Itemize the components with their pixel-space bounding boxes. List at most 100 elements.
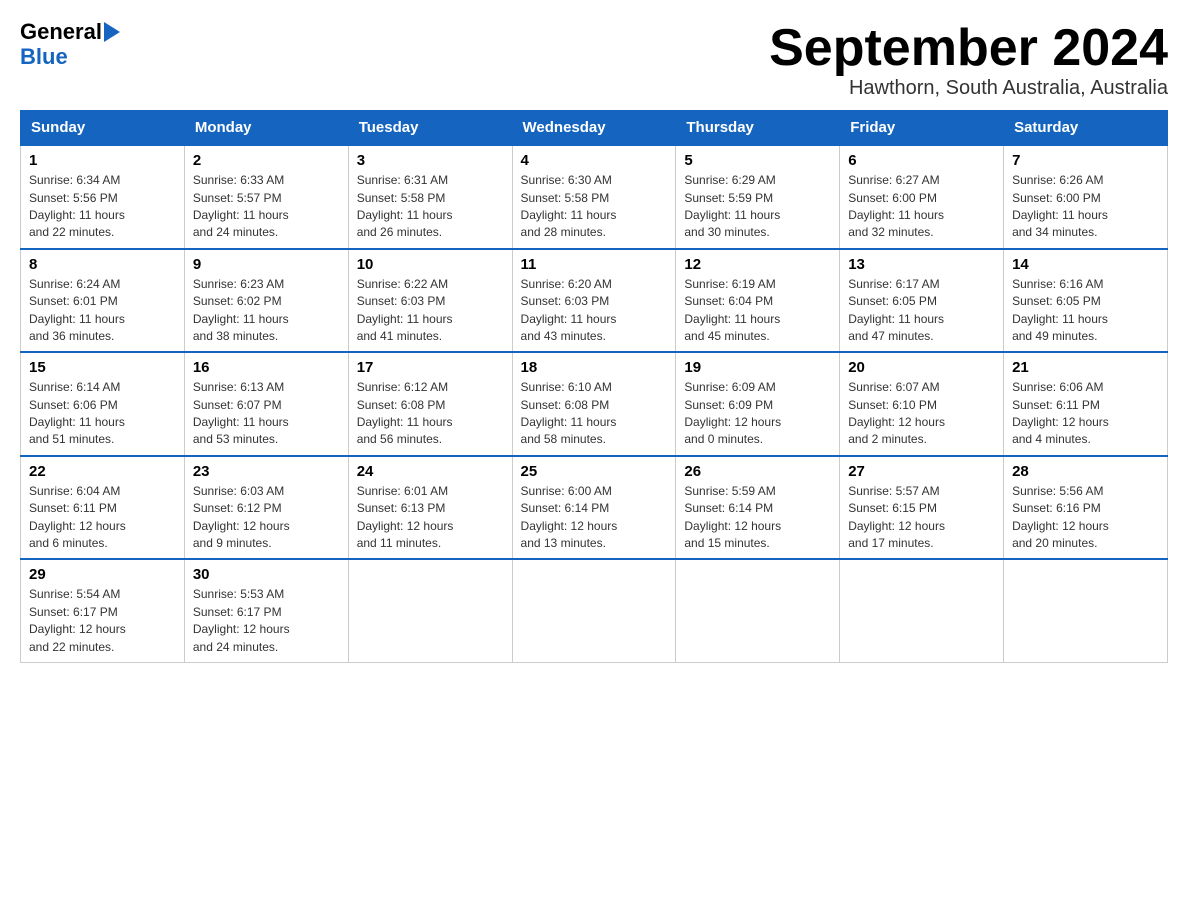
calendar-cell: 21 Sunrise: 6:06 AMSunset: 6:11 PMDayligh… (1004, 352, 1168, 456)
day-number: 1 (29, 152, 176, 169)
day-number: 20 (848, 359, 995, 376)
page-header: General Blue September 2024 Hawthorn, So… (20, 20, 1168, 100)
day-number: 7 (1012, 152, 1159, 169)
calendar-week-row: 15 Sunrise: 6:14 AMSunset: 6:06 PMDayligh… (21, 352, 1168, 456)
calendar-cell: 12 Sunrise: 6:19 AMSunset: 6:04 PMDayligh… (676, 249, 840, 353)
day-info: Sunrise: 6:06 AMSunset: 6:11 PMDaylight:… (1012, 379, 1159, 449)
day-info: Sunrise: 6:19 AMSunset: 6:04 PMDaylight:… (684, 276, 831, 346)
title-block: September 2024 Hawthorn, South Australia… (769, 20, 1168, 100)
day-info: Sunrise: 6:14 AMSunset: 6:06 PMDaylight:… (29, 379, 176, 449)
calendar-cell: 17 Sunrise: 6:12 AMSunset: 6:08 PMDayligh… (348, 352, 512, 456)
day-info: Sunrise: 6:20 AMSunset: 6:03 PMDaylight:… (521, 276, 668, 346)
day-info: Sunrise: 6:23 AMSunset: 6:02 PMDaylight:… (193, 276, 340, 346)
day-info: Sunrise: 6:29 AMSunset: 5:59 PMDaylight:… (684, 172, 831, 242)
day-number: 21 (1012, 359, 1159, 376)
calendar-cell: 13 Sunrise: 6:17 AMSunset: 6:05 PMDayligh… (840, 249, 1004, 353)
day-info: Sunrise: 6:12 AMSunset: 6:08 PMDaylight:… (357, 379, 504, 449)
day-number: 14 (1012, 256, 1159, 273)
day-number: 6 (848, 152, 995, 169)
col-header-saturday: Saturday (1004, 111, 1168, 146)
calendar-cell (840, 559, 1004, 662)
calendar-cell (512, 559, 676, 662)
day-number: 30 (193, 566, 340, 583)
calendar-cell: 22 Sunrise: 6:04 AMSunset: 6:11 PMDayligh… (21, 456, 185, 560)
col-header-wednesday: Wednesday (512, 111, 676, 146)
col-header-sunday: Sunday (21, 111, 185, 146)
calendar-cell: 20 Sunrise: 6:07 AMSunset: 6:10 PMDayligh… (840, 352, 1004, 456)
calendar-cell: 23Sunrise: 6:03 AMSunset: 6:12 PMDayligh… (184, 456, 348, 560)
day-number: 11 (521, 256, 668, 273)
location: Hawthorn, South Australia, Australia (769, 77, 1168, 100)
col-header-tuesday: Tuesday (348, 111, 512, 146)
calendar-table: SundayMondayTuesdayWednesdayThursdayFrid… (20, 110, 1168, 663)
calendar-cell: 26Sunrise: 5:59 AMSunset: 6:14 PMDayligh… (676, 456, 840, 560)
calendar-cell: 7 Sunrise: 6:26 AMSunset: 6:00 PMDaylight… (1004, 145, 1168, 249)
day-info: Sunrise: 6:07 AMSunset: 6:10 PMDaylight:… (848, 379, 995, 449)
day-info: Sunrise: 6:27 AMSunset: 6:00 PMDaylight:… (848, 172, 995, 242)
day-info: Sunrise: 5:53 AMSunset: 6:17 PMDaylight:… (193, 586, 340, 656)
day-number: 8 (29, 256, 176, 273)
day-info: Sunrise: 6:26 AMSunset: 6:00 PMDaylight:… (1012, 172, 1159, 242)
logo-general: General (20, 20, 102, 44)
day-info: Sunrise: 6:10 AMSunset: 6:08 PMDaylight:… (521, 379, 668, 449)
calendar-week-row: 1 Sunrise: 6:34 AMSunset: 5:56 PMDaylight… (21, 145, 1168, 249)
day-number: 27 (848, 463, 995, 480)
day-info: Sunrise: 6:00 AMSunset: 6:14 PMDaylight:… (521, 483, 668, 553)
calendar-cell: 14 Sunrise: 6:16 AMSunset: 6:05 PMDayligh… (1004, 249, 1168, 353)
day-number: 29 (29, 566, 176, 583)
day-number: 19 (684, 359, 831, 376)
calendar-cell: 11 Sunrise: 6:20 AMSunset: 6:03 PMDayligh… (512, 249, 676, 353)
day-info: Sunrise: 6:24 AMSunset: 6:01 PMDaylight:… (29, 276, 176, 346)
day-number: 17 (357, 359, 504, 376)
day-info: Sunrise: 5:54 AMSunset: 6:17 PMDaylight:… (29, 586, 176, 656)
day-number: 9 (193, 256, 340, 273)
day-number: 2 (193, 152, 340, 169)
calendar-cell: 18 Sunrise: 6:10 AMSunset: 6:08 PMDayligh… (512, 352, 676, 456)
day-info: Sunrise: 6:01 AMSunset: 6:13 PMDaylight:… (357, 483, 504, 553)
month-title: September 2024 (769, 20, 1168, 77)
calendar-week-row: 29 Sunrise: 5:54 AMSunset: 6:17 PMDayligh… (21, 559, 1168, 662)
day-number: 3 (357, 152, 504, 169)
calendar-cell: 3Sunrise: 6:31 AMSunset: 5:58 PMDaylight… (348, 145, 512, 249)
calendar-cell (676, 559, 840, 662)
calendar-cell: 19 Sunrise: 6:09 AMSunset: 6:09 PMDayligh… (676, 352, 840, 456)
calendar-cell: 27 Sunrise: 5:57 AMSunset: 6:15 PMDayligh… (840, 456, 1004, 560)
calendar-week-row: 8 Sunrise: 6:24 AMSunset: 6:01 PMDaylight… (21, 249, 1168, 353)
day-info: Sunrise: 6:09 AMSunset: 6:09 PMDaylight:… (684, 379, 831, 449)
calendar-cell: 30 Sunrise: 5:53 AMSunset: 6:17 PMDayligh… (184, 559, 348, 662)
day-number: 16 (193, 359, 340, 376)
calendar-cell: 2 Sunrise: 6:33 AMSunset: 5:57 PMDaylight… (184, 145, 348, 249)
day-number: 28 (1012, 463, 1159, 480)
day-number: 23 (193, 463, 340, 480)
day-info: Sunrise: 5:59 AMSunset: 6:14 PMDaylight:… (684, 483, 831, 553)
logo-arrow-icon (104, 22, 120, 42)
day-info: Sunrise: 6:30 AMSunset: 5:58 PMDaylight:… (521, 172, 668, 242)
day-number: 5 (684, 152, 831, 169)
day-info: Sunrise: 6:33 AMSunset: 5:57 PMDaylight:… (193, 172, 340, 242)
day-info: Sunrise: 6:04 AMSunset: 6:11 PMDaylight:… (29, 483, 176, 553)
day-number: 18 (521, 359, 668, 376)
calendar-cell: 16Sunrise: 6:13 AMSunset: 6:07 PMDayligh… (184, 352, 348, 456)
day-number: 22 (29, 463, 176, 480)
day-number: 4 (521, 152, 668, 169)
calendar-cell (348, 559, 512, 662)
day-info: Sunrise: 6:17 AMSunset: 6:05 PMDaylight:… (848, 276, 995, 346)
calendar-cell (1004, 559, 1168, 662)
calendar-cell: 25Sunrise: 6:00 AMSunset: 6:14 PMDayligh… (512, 456, 676, 560)
day-number: 15 (29, 359, 176, 376)
logo-blue: Blue (20, 44, 68, 70)
day-number: 12 (684, 256, 831, 273)
day-info: Sunrise: 5:57 AMSunset: 6:15 PMDaylight:… (848, 483, 995, 553)
calendar-cell: 10Sunrise: 6:22 AMSunset: 6:03 PMDayligh… (348, 249, 512, 353)
calendar-cell: 9 Sunrise: 6:23 AMSunset: 6:02 PMDaylight… (184, 249, 348, 353)
col-header-thursday: Thursday (676, 111, 840, 146)
day-info: Sunrise: 6:34 AMSunset: 5:56 PMDaylight:… (29, 172, 176, 242)
calendar-cell: 8 Sunrise: 6:24 AMSunset: 6:01 PMDaylight… (21, 249, 185, 353)
day-info: Sunrise: 6:22 AMSunset: 6:03 PMDaylight:… (357, 276, 504, 346)
calendar-week-row: 22 Sunrise: 6:04 AMSunset: 6:11 PMDayligh… (21, 456, 1168, 560)
calendar-cell: 5 Sunrise: 6:29 AMSunset: 5:59 PMDaylight… (676, 145, 840, 249)
day-number: 24 (357, 463, 504, 480)
calendar-cell: 29 Sunrise: 5:54 AMSunset: 6:17 PMDayligh… (21, 559, 185, 662)
day-info: Sunrise: 6:16 AMSunset: 6:05 PMDaylight:… (1012, 276, 1159, 346)
day-number: 13 (848, 256, 995, 273)
